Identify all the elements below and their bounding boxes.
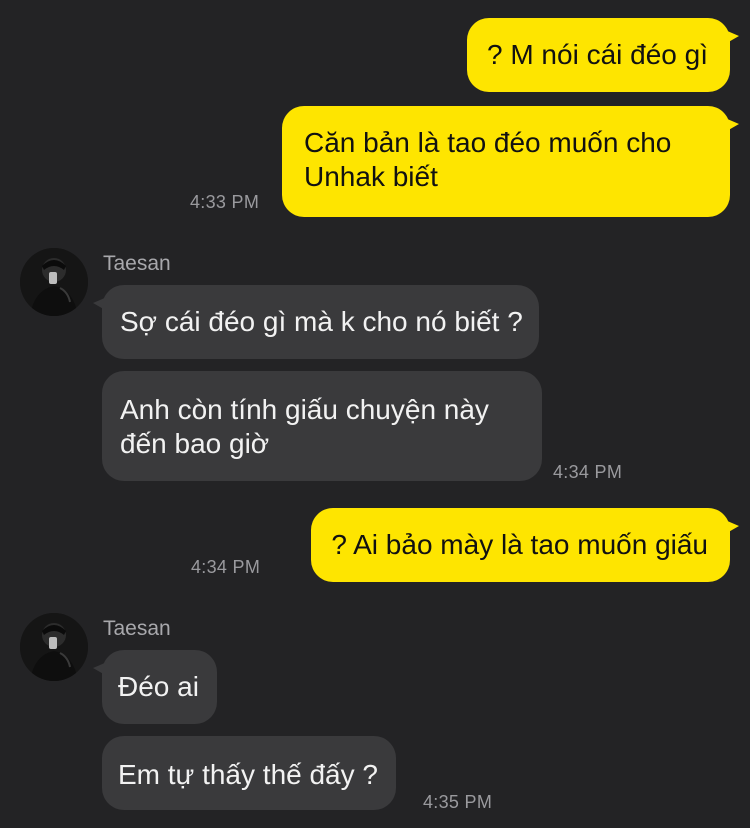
incoming-message[interactable]: Em tự thấy thế đấy ? bbox=[102, 736, 396, 810]
incoming-message[interactable]: Sợ cái đéo gì mà k cho nó biết ? bbox=[93, 285, 539, 359]
message-timestamp: 4:34 PM bbox=[191, 557, 261, 577]
person-avatar-icon bbox=[20, 613, 88, 681]
message-timestamp: 4:35 PM bbox=[423, 792, 493, 812]
outgoing-message[interactable]: ? M nói cái đéo gì bbox=[466, 18, 740, 92]
outgoing-message[interactable]: ? Ai bảo mày là tao muốn giấu bbox=[311, 508, 739, 582]
avatar[interactable] bbox=[20, 248, 88, 316]
sender-name: Taesan bbox=[103, 617, 171, 640]
outgoing-message[interactable]: Căn bản là tao đéo muốn cho Unhak biết bbox=[282, 106, 739, 217]
message-text-line: Anh còn tính giấu chuyện này bbox=[120, 394, 489, 425]
incoming-message[interactable]: Đéo ai bbox=[93, 650, 217, 724]
sender-name: Taesan bbox=[103, 252, 171, 275]
avatar[interactable] bbox=[20, 613, 88, 681]
incoming-message[interactable]: Anh còn tính giấu chuyện này đến bao giờ bbox=[102, 371, 542, 481]
message-timestamp: 4:33 PM bbox=[190, 192, 260, 212]
message-text: ? Ai bảo mày là tao muốn giấu bbox=[331, 529, 708, 560]
message-text: Sợ cái đéo gì mà k cho nó biết ? bbox=[120, 306, 523, 337]
message-text: Đéo ai bbox=[118, 671, 199, 702]
message-text: Em tự thấy thế đấy ? bbox=[118, 759, 378, 790]
message-text-line: Unhak biết bbox=[304, 161, 438, 192]
chat-thread[interactable]: ? M nói cái đéo gì Căn bản là tao đéo mu… bbox=[0, 0, 750, 828]
message-timestamp: 4:34 PM bbox=[553, 462, 623, 482]
message-text-line: Căn bản là tao đéo muốn cho bbox=[304, 127, 672, 158]
person-avatar-icon bbox=[20, 248, 88, 316]
message-text-line: đến bao giờ bbox=[120, 428, 270, 459]
message-text: ? M nói cái đéo gì bbox=[486, 39, 708, 70]
